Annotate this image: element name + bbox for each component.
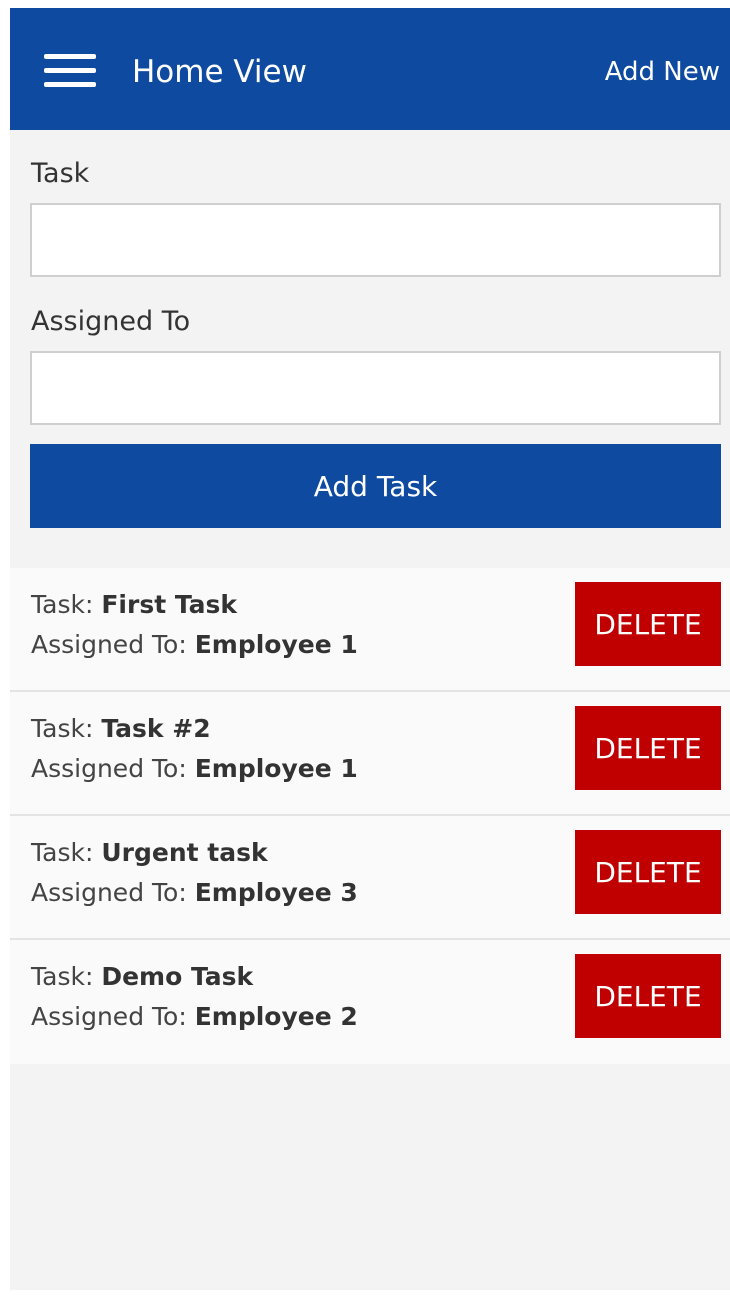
- delete-button[interactable]: DELETE: [575, 582, 721, 666]
- delete-button[interactable]: DELETE: [575, 954, 721, 1038]
- task-item: Task: Demo Task Assigned To: Employee 2 …: [10, 940, 730, 1064]
- assigned-to-label: Assigned To: [31, 306, 191, 337]
- task-assignee-line: Assigned To: Employee 1: [31, 752, 358, 786]
- assigned-prefix: Assigned To:: [31, 1002, 187, 1031]
- add-new-link[interactable]: Add New: [605, 52, 720, 92]
- task-label: Task: [31, 158, 90, 189]
- task-name: Urgent task: [101, 838, 268, 867]
- task-assignee-line: Assigned To: Employee 3: [31, 876, 358, 910]
- task-name-line: Task: First Task: [31, 588, 237, 622]
- hamburger-menu-icon[interactable]: [44, 54, 96, 88]
- task-list: Task: First Task Assigned To: Employee 1…: [10, 568, 730, 1064]
- add-task-button[interactable]: Add Task: [30, 444, 721, 528]
- task-name: Demo Task: [101, 962, 254, 991]
- task-name: First Task: [101, 590, 238, 619]
- task-assignee: Employee 2: [194, 1002, 358, 1031]
- app-header: Home View Add New: [10, 8, 730, 130]
- assigned-prefix: Assigned To:: [31, 878, 187, 907]
- task-name-line: Task: Demo Task: [31, 960, 253, 994]
- page-title: Home View: [132, 54, 307, 90]
- task-assignee: Employee 3: [194, 878, 358, 907]
- task-assignee-line: Assigned To: Employee 2: [31, 1000, 358, 1034]
- task-assignee: Employee 1: [194, 630, 358, 659]
- task-prefix: Task:: [31, 590, 94, 619]
- delete-button[interactable]: DELETE: [575, 706, 721, 790]
- task-name: Task #2: [101, 714, 211, 743]
- task-name-line: Task: Urgent task: [31, 836, 268, 870]
- task-prefix: Task:: [31, 714, 94, 743]
- menu-bar-bottom: [44, 82, 96, 87]
- task-item: Task: Task #2 Assigned To: Employee 1 DE…: [10, 692, 730, 816]
- task-item: Task: First Task Assigned To: Employee 1…: [10, 568, 730, 692]
- task-item: Task: Urgent task Assigned To: Employee …: [10, 816, 730, 940]
- delete-button[interactable]: DELETE: [575, 830, 721, 914]
- task-name-line: Task: Task #2: [31, 712, 211, 746]
- task-input[interactable]: [30, 203, 721, 277]
- assigned-to-input[interactable]: [30, 351, 721, 425]
- task-assignee: Employee 1: [194, 754, 358, 783]
- task-prefix: Task:: [31, 838, 94, 867]
- assigned-prefix: Assigned To:: [31, 754, 187, 783]
- task-prefix: Task:: [31, 962, 94, 991]
- task-assignee-line: Assigned To: Employee 1: [31, 628, 358, 662]
- menu-bar-top: [44, 54, 96, 59]
- menu-bar-middle: [44, 68, 96, 73]
- app-window: Home View Add New Task Assigned To Add T…: [10, 8, 730, 1290]
- assigned-prefix: Assigned To:: [31, 630, 187, 659]
